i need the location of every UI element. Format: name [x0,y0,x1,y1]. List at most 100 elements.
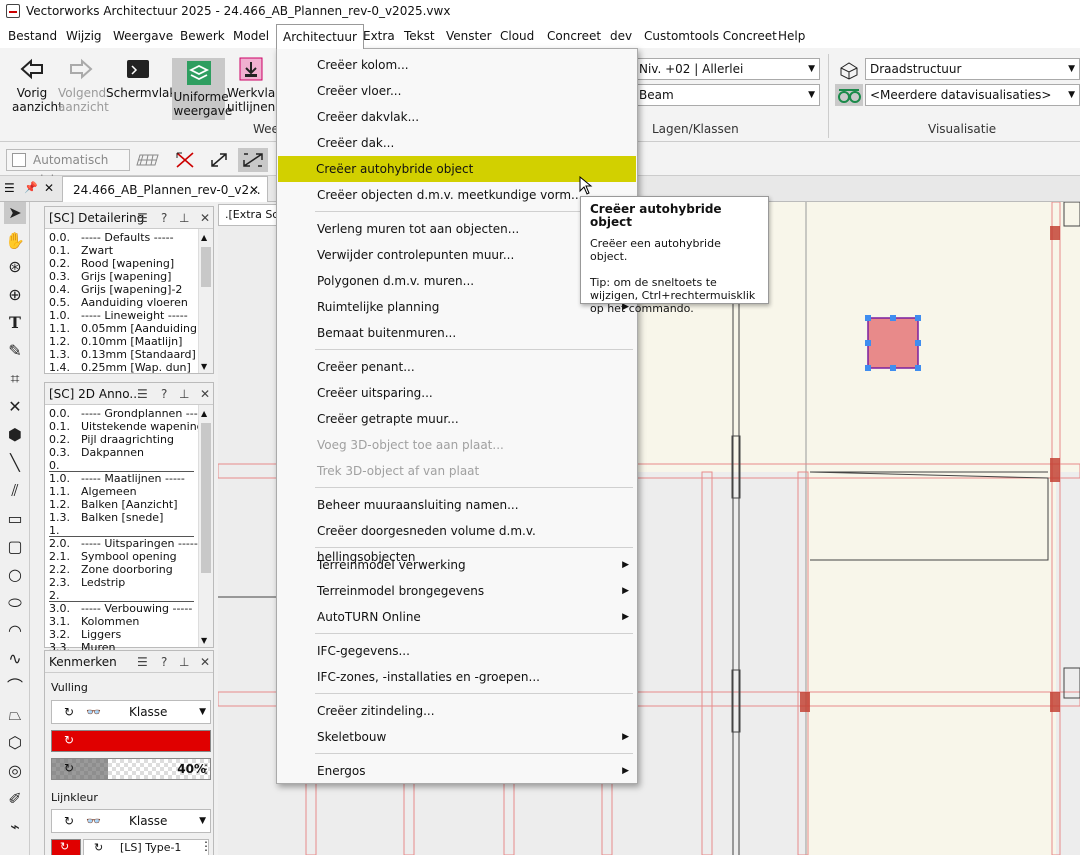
menu-item[interactable]: Creëer penant... [279,354,635,380]
menu-icon[interactable]: ☰ [137,651,148,673]
class-list-item[interactable]: 0. [49,459,194,472]
scroll-thumb[interactable] [201,247,211,287]
class-list-item[interactable]: 0.2. Rood [wapening] [49,257,174,270]
close-icon[interactable]: ✕ [44,181,54,195]
menu-item[interactable]: IFC-gegevens... [279,638,635,664]
menu-venster[interactable]: Venster [440,24,498,48]
circle-tool-icon[interactable]: ○ [4,564,26,586]
menu-dev[interactable]: dev [604,24,638,48]
pan-tool-icon[interactable]: ✋ [4,230,26,252]
class-list-item[interactable]: 0.0. ----- Grondplannen ----- [49,407,206,420]
class-list-item[interactable]: 0.3. Dakpannen [49,446,144,459]
regular-polygon-tool-icon[interactable]: ⬡ [4,732,26,754]
menu-item[interactable]: Terreinmodel brongegevens ▶ [279,578,635,604]
class-list-item[interactable]: 1. [49,524,194,537]
fill-color-swatch[interactable]: ↻ [51,730,211,752]
polygon-tool-icon[interactable]: ⏢ [4,704,26,726]
menu-item[interactable]: Creëer zitindeling... [279,698,635,724]
line-class-dropdown[interactable]: ↻ 👓 Klasse ▼ [51,809,211,833]
menu-item[interactable]: IFC-zones, -installaties en -groepen... [279,664,635,690]
werkvlak-uitlijnen-button[interactable]: Werkvlak uitlijnen [226,56,282,114]
zoom-tool-icon[interactable]: ⊕ [4,284,26,306]
menu-architectuur[interactable]: Architectuur [276,24,364,49]
help-icon[interactable]: ? [161,651,167,673]
close-icon[interactable]: ✕ [200,651,210,673]
vorig-aanzicht-button[interactable]: Vorig aanzicht [4,56,63,114]
menu-item[interactable]: Terreinmodel verwerking ▶ [279,552,635,578]
uniforme-weergave-button[interactable]: Uniforme weergave [172,58,232,120]
schermvlak-button[interactable]: Schermvlak [106,56,176,100]
menu-item[interactable]: Creëer doorgesneden volume d.m.v. hellin… [279,518,635,564]
data-visualization-dropdown[interactable]: <Meerdere datavisualisaties> ▼ [865,84,1080,106]
line-tool-icon[interactable]: ╲ [4,452,26,474]
plane-grid-icon[interactable] [136,152,160,168]
class-list-item[interactable]: 2.0. ----- Uitsparingen ----- [49,537,198,550]
volgend-aanzicht-button[interactable]: Volgend aanzicht [58,56,109,114]
flyover-tool-icon[interactable]: ⊛ [4,256,26,278]
menu-cloud[interactable]: Cloud [494,24,540,48]
more-icon[interactable]: ⋮ [199,758,213,780]
fill-class-dropdown[interactable]: ↻ 👓 Klasse ▼ [51,700,211,724]
menu-item[interactable]: Creëer dak... [279,130,635,156]
class-list-item[interactable]: 0.1. Zwart [49,244,113,257]
class-dropdown[interactable]: Beam ▼ [634,84,820,106]
class-list-item[interactable]: 1.3. Balken [snede] [49,511,163,524]
class-list-item[interactable]: 0.2. Pijl draagrichting [49,433,174,446]
menu-wijzig[interactable]: Wijzig [60,24,108,48]
menu-model[interactable]: Model [227,24,275,48]
more-icon[interactable]: ⋮ [199,839,213,855]
class-list-item[interactable]: 1.2. Balken [Aanzicht] [49,498,178,511]
class-list-item[interactable]: 2.2. Zone doorboring [49,563,173,576]
close-tab-icon[interactable]: ✕ [249,177,259,203]
selection-tool-icon[interactable]: ➤ [4,202,26,224]
dimension-tool-icon[interactable]: ⌗ [4,368,26,390]
class-list-item[interactable]: 3.0. ----- Verbouwing ----- [49,602,192,615]
automatisch-vlak-toggle[interactable]: Automatisch vlak [6,149,130,187]
class-list-item[interactable]: 0.4. Grijs [wapening]-2 [49,283,182,296]
data-visualization-icon[interactable] [835,84,863,106]
rectangle-tool-icon[interactable]: ▭ [4,508,26,530]
class-list-item[interactable]: 2.1. Symbool opening [49,550,177,563]
help-icon[interactable]: ? [161,207,167,229]
menu-item[interactable]: Creëer getrapte muur... [279,406,635,432]
hamburger-icon[interactable]: ☰ [4,181,15,195]
class-list-item[interactable]: 1.2. 0.10mm [Maatlijn] [49,335,182,348]
menu-item[interactable]: Bemaat buitenmuren... [279,320,635,346]
line-color-swatch[interactable]: ↻ [51,839,81,855]
cross-tool-icon[interactable]: ✕ [4,396,26,418]
help-icon[interactable]: ? [161,383,167,405]
menu-item[interactable]: Energos ▶ [279,758,635,784]
pin-icon[interactable]: ⊥ [179,207,189,229]
class-list-item[interactable]: 0.3. Grijs [wapening] [49,270,171,283]
close-icon[interactable]: ✕ [200,207,210,229]
menu-concreet[interactable]: Concreet [541,24,607,48]
callout-tool-icon[interactable]: ✎ [4,340,26,362]
class-list-item[interactable]: 0.0. ----- Defaults ----- [49,231,174,244]
oval-tool-icon[interactable]: ⬭ [4,592,26,614]
class-list-item[interactable]: 1.1. Algemeen [49,485,137,498]
menu-item[interactable]: Skeletbouw ▶ [279,724,635,750]
text-tool-icon[interactable]: T [4,312,26,334]
selected-object[interactable] [867,317,919,369]
render-mode-dropdown[interactable]: Draadstructuur ▼ [865,58,1080,80]
class-list-item[interactable]: 3.1. Kolommen [49,615,139,628]
eyedropper-tool-icon[interactable]: ✐ [4,788,26,810]
class-list-item[interactable]: 2. [49,589,194,602]
pin-icon[interactable]: ⊥ [179,651,189,673]
arc-tool-icon[interactable]: ◠ [4,620,26,642]
line-style-dropdown[interactable]: ↻ [LS] Type-1 [83,839,209,855]
class-list-item[interactable]: 1.4. 0.25mm [Wap. dun] [49,361,191,374]
menu-icon[interactable]: ☰ [137,207,148,229]
class-list-item[interactable]: 1.0. ----- Lineweight ----- [49,309,188,322]
polyline-tool-icon[interactable]: ⌒ [4,676,26,698]
menu-item[interactable]: Creëer kolom... [279,52,635,78]
double-line-tool-icon[interactable]: ⫽ [4,480,26,502]
class-list-item[interactable]: 3.2. Liggers [49,628,121,641]
expand-arrows-icon[interactable] [238,148,268,172]
class-list-item[interactable]: 1.3. 0.13mm [Standaard] [49,348,196,361]
class-list-item[interactable]: 1.0. ----- Maatlijnen ----- [49,472,185,485]
pin-icon[interactable]: ⊥ [179,383,189,405]
cross-arrows-icon[interactable] [174,150,196,170]
menu-icon[interactable]: ☰ [137,383,148,405]
diagonal-arrow-icon[interactable] [208,150,230,170]
